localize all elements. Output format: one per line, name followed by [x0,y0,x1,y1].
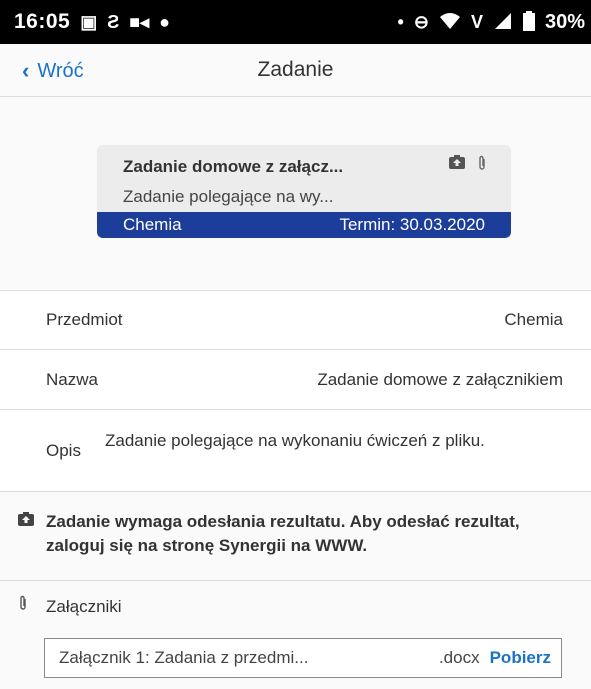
card-subject: Chemia [123,215,182,234]
status-left: 16:05 ▣ Ƨ ■◂ ● [14,10,170,34]
attachment-item[interactable]: Załącznik 1: Zadania z przedmi... .docx … [44,638,562,678]
download-button[interactable]: Pobierz [490,648,551,668]
status-right: • ⊖ V 30% [397,10,585,34]
description-value: Zadanie polegające na wykonaniu ćwiczeń … [105,431,485,450]
attachments-section: Załączniki Załącznik 1: Zadania z przedm… [0,581,591,689]
dot-icon: ● [159,12,171,32]
page-title: Zadanie [257,58,334,81]
signal-icon [493,12,513,33]
upload-icon [449,155,465,176]
volte-icon: V [470,12,483,32]
subject-label: Przedmiot [46,310,123,329]
notice-text: Zadanie wymaga odesłania rezultatu. Aby … [46,512,520,555]
card-deadline: Termin: 30.03.2020 [339,215,485,234]
description-label: Opis [46,441,81,460]
notification-dot: • [397,12,404,32]
s-notification-icon: Ƨ [107,12,120,32]
card-icons [449,155,487,176]
name-label: Nazwa [46,370,98,389]
paperclip-icon [18,595,28,616]
status-bar: 16:05 ▣ Ƨ ■◂ ● • ⊖ V 30% [0,0,591,44]
do-not-disturb-icon: ⊖ [413,12,429,32]
card-description: Zadanie polegające na wy... [123,187,334,206]
preview-area: Zadanie domowe z załącz... Zadanie poleg… [0,97,591,291]
subject-value: Chemia [504,310,563,329]
status-time: 16:05 [14,10,71,33]
nav-bar: ‹ Wróć Zadanie [0,44,591,97]
card-footer: Chemia Termin: 30.03.2020 [97,212,511,238]
image-icon: ▣ [80,12,98,32]
detail-row-description: Opis Zadanie polegające na wykonaniu ćwi… [0,410,591,492]
attachment-extension: .docx [438,648,480,667]
name-value: Zadanie domowe z załącznikiem [317,370,563,389]
assignment-card[interactable]: Zadanie domowe z załącz... Zadanie poleg… [97,145,511,238]
submission-notice: Zadanie wymaga odesłania rezultatu. Aby … [0,492,591,581]
card-title: Zadanie domowe z załącz... [123,157,344,176]
battery-percent: 30% [544,10,585,33]
attachments-label: Załączniki [46,597,122,616]
video-call-icon: ■◂ [129,12,150,32]
detail-row-subject: Przedmiot Chemia [0,291,591,350]
detail-row-name: Nazwa Zadanie domowe z załącznikiem [0,350,591,410]
wifi-icon [439,12,461,33]
upload-icon [18,512,34,530]
paperclip-icon [477,155,487,176]
attachment-name: Załącznik 1: Zadania z przedmi... [59,648,309,667]
battery-icon [522,10,535,34]
